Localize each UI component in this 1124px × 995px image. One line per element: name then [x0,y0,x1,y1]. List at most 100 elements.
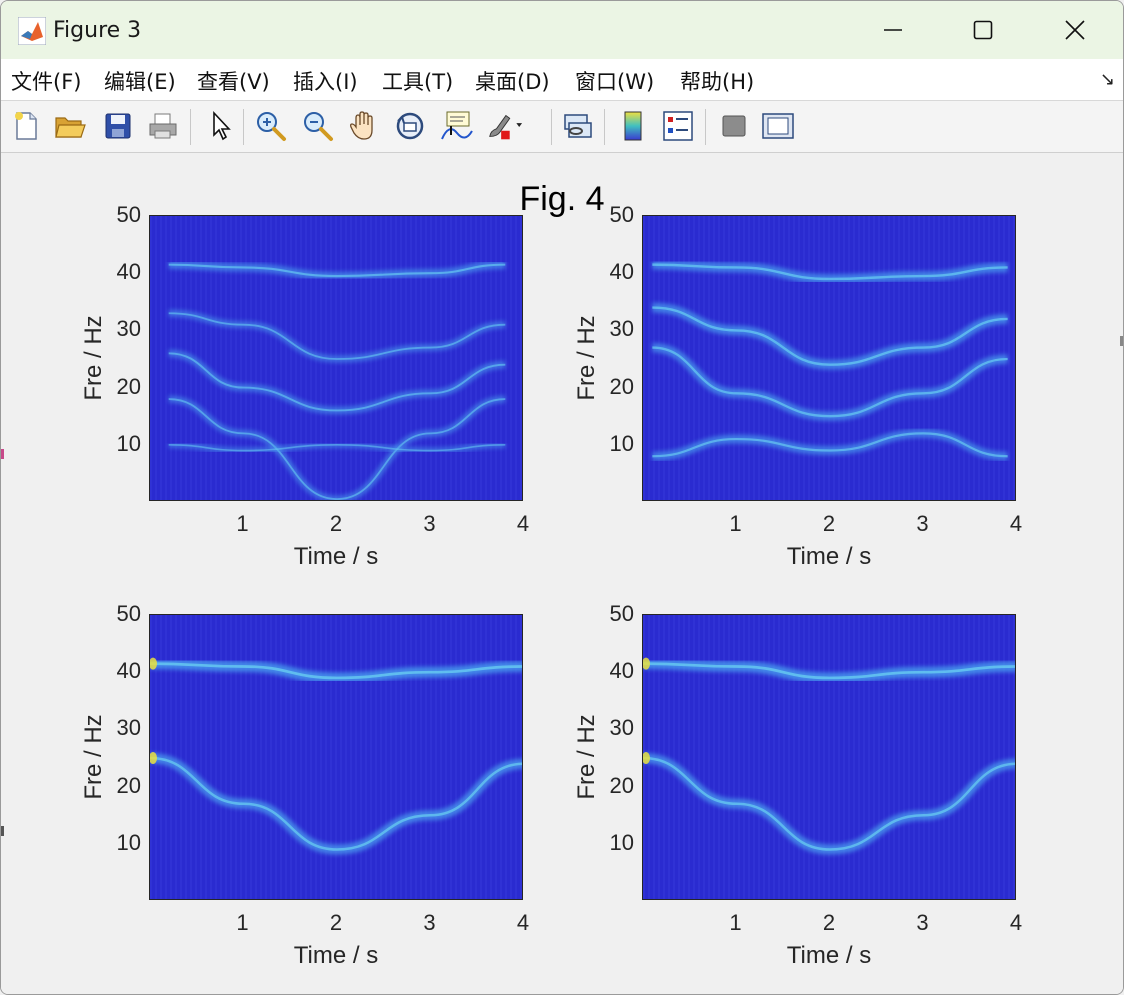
figure-toolbar [1,101,1123,153]
hide-plot-tools-icon [722,115,746,137]
y-tick-label: 40 [116,658,141,684]
toolbar-separator [190,109,191,145]
y-axis-label: Fre / Hz [80,714,107,800]
print-button[interactable] [144,107,182,145]
zoom-in-button[interactable] [252,107,290,145]
x-tick-label: 4 [1009,511,1023,536]
hide-plot-tools-button[interactable] [715,107,753,145]
x-tick-label: 2 [822,511,836,536]
x-tick-label: 2 [329,511,343,536]
zoom-out-icon [304,112,333,141]
x-tick-label: 3 [423,910,436,935]
y-tick-label: 50 [609,601,634,626]
x-axis-label: Time / s [786,942,872,969]
subplot-2-axes[interactable] [642,215,1016,501]
legend-button[interactable] [659,107,697,145]
link-plot-icon [564,114,592,138]
spectrogram-plot [150,216,522,500]
zoom-in-icon [257,112,286,141]
spectrogram-background [150,615,522,899]
brush-icon [489,114,523,140]
pan-hand-icon [350,111,373,140]
menu-help[interactable]: 帮助(H) [680,66,754,96]
window-edge-mark [1,826,4,836]
window-edge-mark [1,449,4,459]
brush-button[interactable] [485,107,523,145]
x-tick-label: 2 [329,910,343,935]
x-tick-label: 4 [516,910,530,935]
minimize-button[interactable] [847,1,939,59]
menu-view[interactable]: 查看(V) [197,66,270,96]
menu-bar: 文件(F) 编辑(E) 查看(V) 插入(I) 工具(T) 桌面(D) 窗口(W… [1,59,1123,101]
menu-desktop[interactable]: 桌面(D) [475,66,550,96]
figure-window: Figure 3 文件(F) 编辑(E) 查看(V) 插入(I) 工具(T) 桌… [0,0,1124,995]
y-tick-label: 50 [609,202,634,227]
x-tick-label: 4 [1009,910,1023,935]
save-icon [105,113,131,139]
subplot-3-axes[interactable] [149,614,523,900]
new-figure-button[interactable] [7,107,45,145]
close-button[interactable] [1029,1,1121,59]
subplot-1-axes[interactable] [149,215,523,501]
spectrogram-plot [150,615,522,899]
select-arrow-icon [213,110,231,141]
open-file-button[interactable] [51,107,89,145]
menu-edit[interactable]: 编辑(E) [104,66,176,96]
x-tick-label: 2 [822,910,836,935]
open-file-icon [55,117,86,138]
y-tick-label: 10 [116,430,141,456]
menu-window[interactable]: 窗口(W) [575,66,654,96]
toolbar-separator [604,109,605,145]
y-axis-label: Fre / Hz [573,714,600,800]
y-tick-label: 10 [609,829,634,855]
rotate-3d-button[interactable] [391,107,429,145]
x-tick-label: 1 [729,511,742,536]
x-tick-label: 3 [423,511,436,536]
x-axis-label: Time / s [786,543,872,570]
pan-button[interactable] [345,107,383,145]
window-edge-mark [1120,336,1123,346]
toolbar-separator [551,109,552,145]
menu-tools[interactable]: 工具(T) [382,66,453,96]
colorbar-icon [624,111,642,141]
subplot-4-axes[interactable] [642,614,1016,900]
maximize-icon [973,20,993,40]
data-cursor-icon [441,111,473,140]
y-tick-label: 40 [116,259,141,285]
figure-canvas[interactable]: Fig. 4 50 40 30 20 10 1 2 3 4 Time / s Fre / Hz 50 4… [1,153,1123,994]
spectrogram-plot [643,216,1015,500]
link-plot-button[interactable] [559,107,597,145]
y-tick-label: 50 [116,202,141,227]
show-plot-tools-icon [762,113,794,139]
new-figure-icon [15,112,37,140]
y-tick-label: 40 [609,658,634,684]
save-button[interactable] [99,107,137,145]
expand-toolstrip-icon[interactable]: ↘ [1100,69,1115,90]
matlab-logo-icon [18,17,46,45]
y-tick-label: 40 [609,259,634,285]
figure-suptitle: Fig. 4 [519,180,605,218]
toolbar-separator [705,109,706,145]
menu-insert[interactable]: 插入(I) [293,66,358,96]
x-axis-label: Time / s [293,543,379,570]
x-axis-label: Time / s [293,942,379,969]
x-tick-label: 1 [236,511,249,536]
show-plot-tools-button[interactable] [759,107,797,145]
y-axis-label: Fre / Hz [573,315,600,401]
x-tick-label: 4 [516,511,530,536]
select-arrow-button[interactable] [201,107,239,145]
data-cursor-button[interactable] [437,107,475,145]
legend-icon [663,111,693,141]
colorbar-button[interactable] [614,107,652,145]
menu-file[interactable]: 文件(F) [11,66,81,96]
y-tick-label: 50 [116,601,141,626]
title-bar[interactable]: Figure 3 [1,1,1123,59]
x-tick-label: 1 [729,910,742,935]
maximize-button[interactable] [937,1,1029,59]
minimize-icon [884,29,902,31]
y-tick-label: 10 [116,829,141,855]
y-tick-label: 10 [609,430,634,456]
rotate-3d-icon [396,112,424,140]
zoom-out-button[interactable] [299,107,337,145]
y-axis-label: Fre / Hz [80,315,107,401]
